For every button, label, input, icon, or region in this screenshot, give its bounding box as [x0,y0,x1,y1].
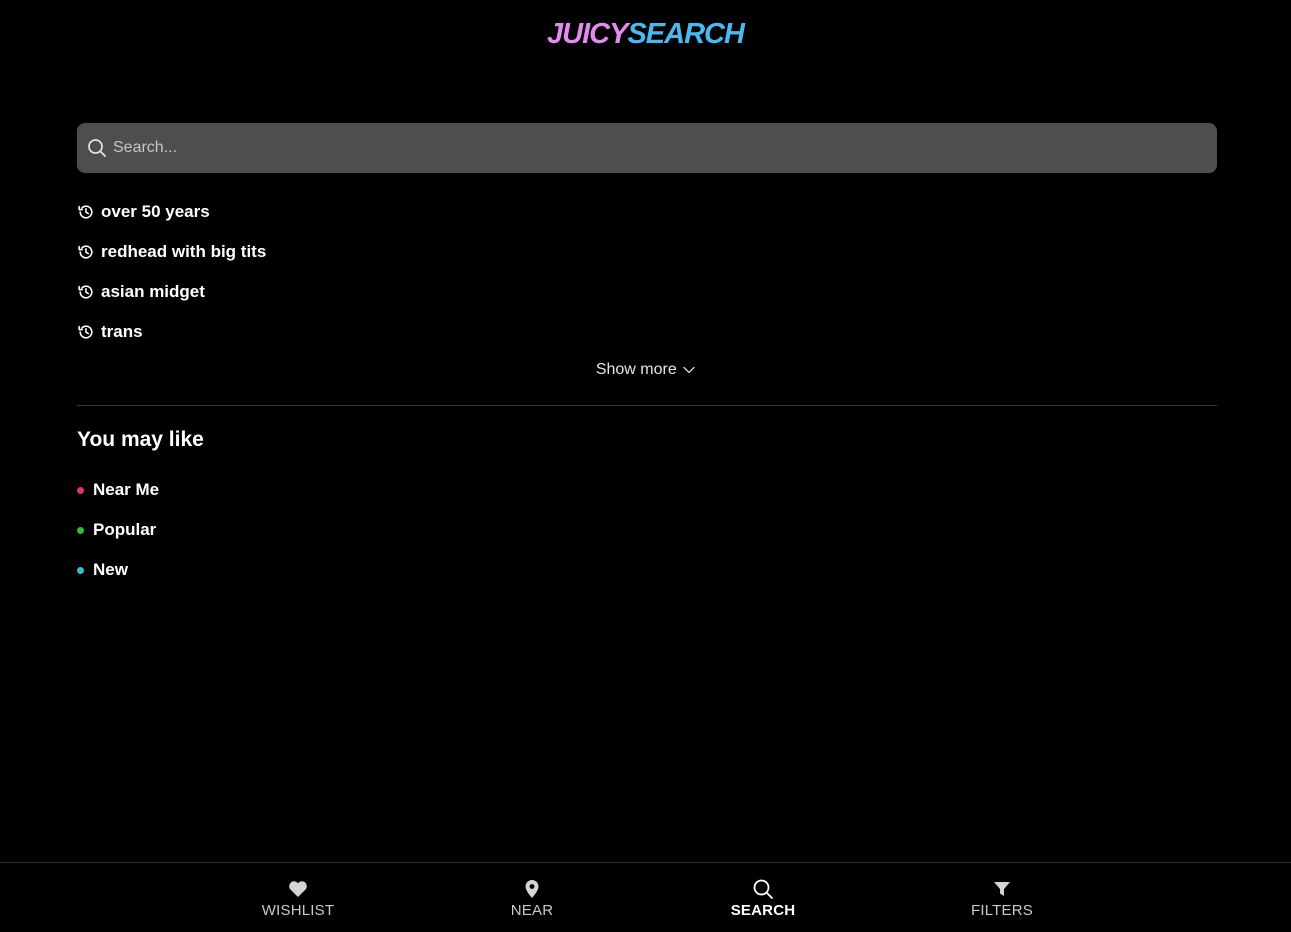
logo-part-search: SEARCH [627,18,744,50]
suggestion-label: Near Me [93,480,160,499]
nav-search-label: SEARCH [730,901,796,919]
history-item[interactable]: trans [77,312,677,352]
history-item[interactable]: over 50 years [77,192,677,232]
history-item-label: over 50 years [101,202,210,221]
page: JUICYSEARCH over 50 years redhead with b… [0,0,1291,932]
show-more-label: Show more [595,361,677,379]
nav-wishlist[interactable]: WISHLIST [228,863,368,932]
suggestion-item-near-me[interactable]: Near Me [77,470,159,510]
logo-part-juicy: JUICY [547,18,628,50]
section-divider [77,405,1217,406]
heart-icon [287,878,309,900]
search-bar[interactable] [77,123,1217,173]
suggestion-item-new[interactable]: New [77,550,159,590]
bottom-nav: WISHLIST NEAR SEARCH FILTERS [0,862,1291,932]
suggestion-item-popular[interactable]: Popular [77,510,159,550]
nav-near[interactable]: NEAR [462,863,602,932]
nav-search[interactable]: SEARCH [693,863,833,932]
history-icon [77,203,95,221]
location-pin-icon [521,878,543,900]
history-icon [77,283,95,301]
dot-icon [77,526,84,534]
logo[interactable]: JUICYSEARCH [0,18,1291,50]
dot-icon [77,486,84,494]
filter-icon [991,878,1013,900]
history-item[interactable]: asian midget [77,272,677,312]
suggestion-label: Popular [93,520,157,539]
history-item-label: trans [101,322,143,341]
search-input[interactable] [107,123,1217,173]
suggestions-list: Near Me Popular New [77,470,159,590]
dot-icon [77,566,84,574]
history-item-label: asian midget [101,282,205,301]
nav-wishlist-label: WISHLIST [261,901,335,919]
search-icon [752,878,774,900]
show-more-button[interactable]: Show more [0,361,1291,379]
history-item-label: redhead with big tits [101,242,267,261]
suggestion-label: New [93,560,128,579]
nav-filters-label: FILTERS [971,901,1033,919]
search-icon [87,138,107,158]
history-icon [77,243,95,261]
nav-near-label: NEAR [510,901,554,919]
history-item[interactable]: redhead with big tits [77,232,677,272]
nav-filters[interactable]: FILTERS [932,863,1072,932]
search-history-list: over 50 years redhead with big tits asia… [77,192,677,352]
chevron-down-icon [683,361,695,379]
history-icon [77,323,95,341]
section-title: You may like [77,428,204,451]
